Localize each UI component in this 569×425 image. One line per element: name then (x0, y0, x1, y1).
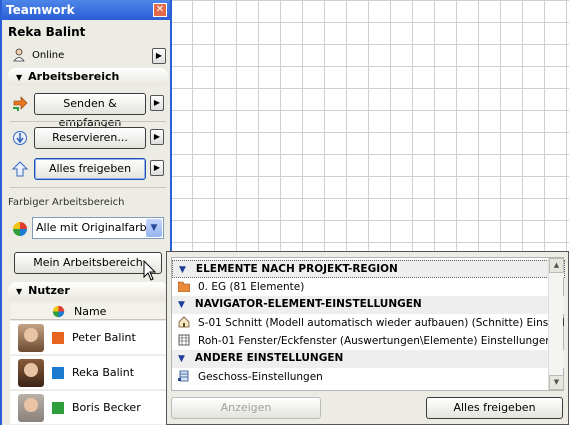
item-label: 0. EG (81 Elemente) (198, 281, 305, 293)
item-label: S-01 Schnitt (Modell automatisch wieder … (198, 317, 565, 329)
table-row[interactable]: Peter Balint (10, 321, 168, 355)
section-icon (178, 316, 190, 328)
user-name: Peter Balint (72, 331, 136, 344)
item-label: Roh-01 Fenster/Eckfenster (Auswertungen\… (198, 335, 552, 347)
close-icon: ✕ (155, 4, 165, 15)
scroll-down-icon[interactable]: ▼ (549, 375, 564, 390)
color-mode-select[interactable]: Alle mit Originalfarbe ▼ (32, 217, 164, 239)
reserve-label: Reservieren... (52, 131, 128, 144)
list-item[interactable]: Roh-01 Fenster/Eckfenster (Auswertungen\… (172, 332, 565, 350)
users-header-label: Nutzer (28, 284, 70, 297)
list-item[interactable]: 0. EG (81 Elemente) (172, 278, 565, 296)
my-workspace-popup: ▼ ELEMENTE NACH PROJEKT-REGION 0. EG (81 … (166, 251, 569, 425)
group-label: NAVIGATOR-ELEMENT-EINSTELLUNGEN (194, 298, 422, 310)
user-status-icon (13, 48, 25, 62)
stories-icon (178, 370, 189, 382)
teamwork-palette: Teamwork ✕ Reka Balint Online ▶ ▼ Arbeits… (0, 0, 172, 425)
current-user-name: Reka Balint (8, 25, 86, 39)
users-section-header[interactable]: ▼ Nutzer (8, 282, 168, 300)
worksheet-icon (178, 334, 190, 346)
users-table-header: Name (10, 303, 168, 320)
list-group-header[interactable]: ▼ NAVIGATOR-ELEMENT-EINSTELLUNGEN (172, 296, 565, 314)
palette-titlebar: Teamwork ✕ (2, 0, 170, 20)
chevron-down-icon[interactable]: ▼ (146, 219, 162, 237)
avatar (18, 324, 44, 352)
my-workspace-label: Mein Arbeitsbereich (33, 256, 143, 269)
send-receive-menu-button[interactable]: ▶ (150, 95, 164, 111)
user-color-swatch (52, 402, 64, 414)
collapse-triangle-icon: ▼ (178, 300, 185, 310)
send-receive-label: Senden & empfangen (58, 97, 122, 129)
user-name: Reka Balint (72, 366, 135, 379)
collapse-triangle-icon: ▼ (16, 73, 23, 82)
my-workspace-button[interactable]: Mein Arbeitsbereich (14, 252, 162, 274)
scroll-up-icon[interactable]: ▲ (549, 258, 564, 273)
popup-release-all-label: Alles freigeben (453, 401, 536, 414)
group-label: ELEMENTE NACH PROJEKT-REGION (195, 263, 398, 275)
separator (10, 187, 166, 188)
send-receive-button[interactable]: Senden & empfangen (34, 93, 146, 129)
send-receive-icon (13, 96, 28, 111)
users-column-name[interactable]: Name (74, 305, 106, 318)
color-wheel-icon (52, 305, 65, 318)
colored-workspace-label: Farbiger Arbeitsbereich (8, 197, 125, 208)
item-label: Geschoss-Einstellungen (198, 371, 323, 383)
workspace-elements-list[interactable]: ▼ ELEMENTE NACH PROJEKT-REGION 0. EG (81 … (171, 257, 565, 391)
release-all-label: Alles freigeben (48, 162, 132, 175)
user-color-swatch (52, 332, 64, 344)
show-button[interactable]: Anzeigen (171, 397, 321, 419)
collapse-triangle-icon: ▼ (16, 287, 23, 296)
list-group-header[interactable]: ▼ ANDERE EINSTELLUNGEN (172, 350, 565, 368)
avatar (18, 359, 44, 387)
workspace-header-label: Arbeitsbereich (28, 70, 120, 83)
show-button-label: Anzeigen (220, 401, 272, 414)
list-group-header[interactable]: ▼ ELEMENTE NACH PROJEKT-REGION (172, 260, 565, 278)
user-color-swatch (52, 367, 64, 379)
mouse-cursor-icon (143, 260, 157, 281)
table-row[interactable]: Reka Balint (10, 356, 168, 390)
reserve-icon (13, 131, 27, 145)
play-arrow-icon: ▶ (153, 132, 161, 141)
folder-icon (178, 281, 190, 292)
color-mode-value: Alle mit Originalfarbe (36, 221, 154, 234)
play-arrow-icon: ▶ (155, 51, 163, 60)
separator (10, 121, 166, 122)
workspace-section-header[interactable]: ▼ Arbeitsbereich (8, 68, 168, 86)
list-item[interactable]: Geschoss-Einstellungen (172, 368, 565, 386)
list-item[interactable]: S-01 Schnitt (Modell automatisch wieder … (172, 314, 565, 332)
avatar (18, 394, 44, 422)
close-button[interactable]: ✕ (153, 3, 167, 17)
color-wheel-icon (13, 222, 27, 236)
release-icon (12, 161, 28, 177)
play-arrow-icon: ▶ (153, 163, 161, 172)
release-all-button[interactable]: Alles freigeben (34, 158, 146, 180)
user-name: Boris Becker (72, 401, 141, 414)
reserve-menu-button[interactable]: ▶ (150, 129, 164, 145)
reserve-button[interactable]: Reservieren... (34, 127, 146, 149)
user-status: Online (32, 50, 65, 61)
palette-title: Teamwork (6, 3, 75, 17)
play-arrow-icon: ▶ (153, 98, 161, 107)
popup-release-all-button[interactable]: Alles freigeben (426, 397, 563, 419)
table-row[interactable]: Boris Becker (10, 391, 168, 425)
collapse-triangle-icon: ▼ (179, 265, 186, 275)
status-menu-button[interactable]: ▶ (152, 48, 166, 64)
release-menu-button[interactable]: ▶ (150, 160, 164, 176)
collapse-triangle-icon: ▼ (178, 354, 185, 364)
vertical-scrollbar[interactable]: ▲ ▼ (548, 258, 564, 390)
group-label: ANDERE EINSTELLUNGEN (194, 352, 344, 364)
